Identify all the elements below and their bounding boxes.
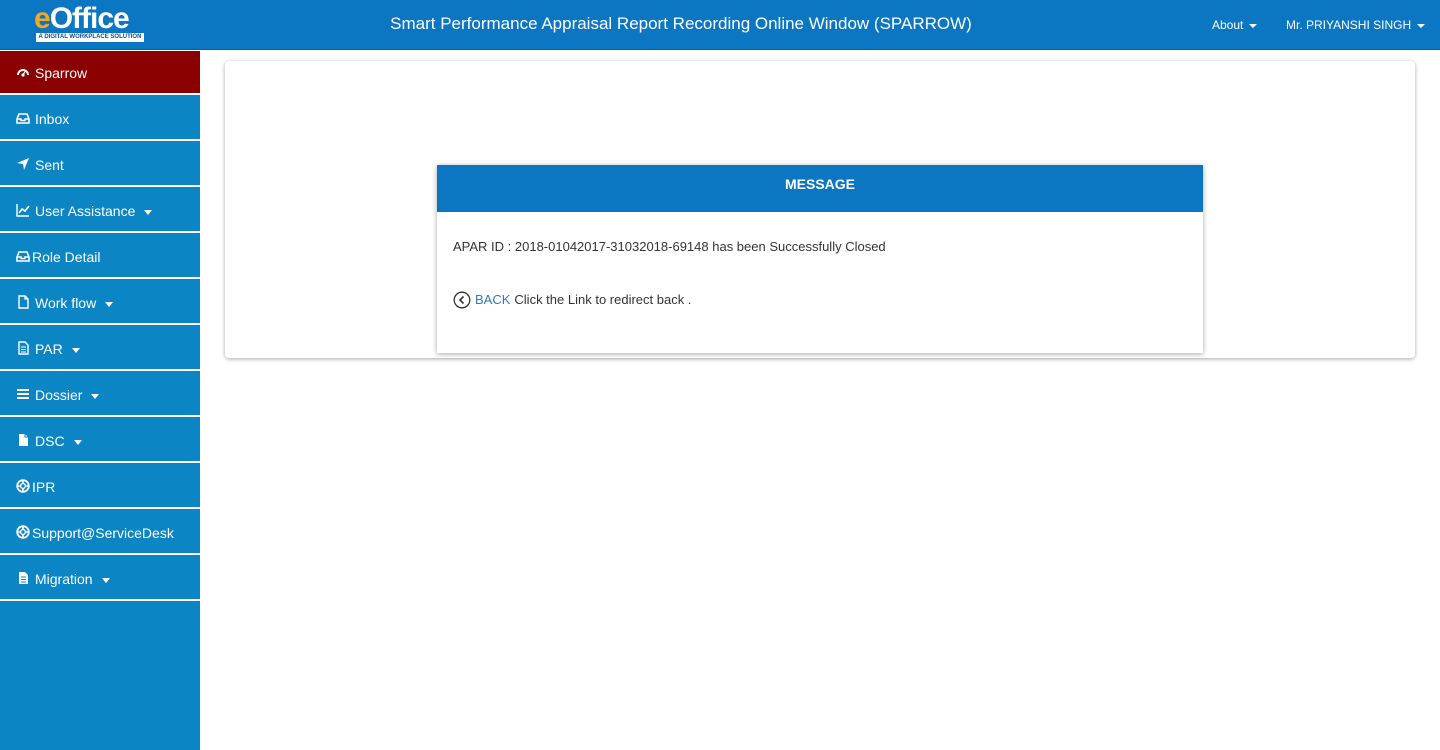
sidebar-item-label: IPR (32, 479, 56, 495)
sidebar-item-label-with-caret: DSC (35, 432, 82, 450)
message-text: APAR ID : 2018-01042017-31032018-69148 h… (453, 239, 886, 254)
sidebar-item-label: Sparrow (35, 65, 88, 81)
caret-down-icon (71, 347, 80, 353)
sidebar-item-label-with-caret: Work flow (35, 294, 114, 312)
sidebar-item-label: Migration (35, 571, 93, 587)
sidebar-item-label: Role Detail (32, 249, 101, 265)
send-icon (16, 157, 30, 171)
sidebar-item-role-detail[interactable]: Role Detail (0, 235, 200, 279)
logo-wordmark: eOffice (34, 2, 130, 35)
sidebar-item-user-assistance[interactable]: User Assistance (0, 189, 200, 233)
sidebar-item-label-with-caret: Dossier (35, 386, 100, 404)
caret-down-icon (144, 209, 153, 215)
caret-down-icon (101, 577, 110, 583)
app-title: Smart Performance Appraisal Report Recor… (390, 14, 972, 33)
sidebar-item-sparrow[interactable]: Sparrow (0, 51, 200, 95)
lifebuoy-icon (16, 525, 30, 539)
user-name: Mr. PRIYANSHI SINGH (1286, 18, 1412, 32)
list-icon (16, 387, 30, 401)
caret-down-icon (105, 301, 114, 307)
file-text-icon (16, 341, 30, 355)
user-menu[interactable]: Mr. PRIYANSHI SINGH (1286, 17, 1426, 33)
logo-tagline: A DIGITAL WORKPLACE SOLUTION (36, 33, 144, 42)
file-icon (16, 295, 30, 309)
caret-down-icon (73, 439, 82, 445)
sidebar-item-label-with-caret: PAR (35, 340, 80, 358)
eoffice-logo[interactable]: eOffice A DIGITAL WORKPLACE SOLUTION (34, 2, 146, 44)
sidebar-item-label-with-caret: Migration (35, 570, 110, 588)
inbox-icon (16, 249, 30, 263)
sidebar-item-support-servicedesk[interactable]: Support@ServiceDesk (0, 511, 200, 555)
line-chart-icon (16, 203, 30, 217)
file-icon (16, 433, 30, 447)
dashboard-icon (16, 65, 30, 79)
top-header: eOffice A DIGITAL WORKPLACE SOLUTION Sma… (0, 0, 1440, 50)
caret-down-icon (1249, 23, 1258, 28)
sidebar-item-label: PAR (35, 341, 63, 357)
sidebar-item-inbox[interactable]: Inbox (0, 97, 200, 141)
sidebar-item-label: Work flow (35, 295, 97, 311)
message-box: MESSAGE APAR ID : 2018-01042017-31032018… (437, 165, 1203, 353)
about-label: About (1212, 18, 1244, 32)
back-row: BACK Click the Link to redirect back . (453, 291, 691, 309)
about-menu[interactable]: About (1212, 17, 1258, 33)
chevron-left-circle-icon[interactable] (453, 291, 471, 309)
lifebuoy-icon (16, 479, 30, 493)
sidebar-item-label: Dossier (35, 387, 83, 403)
sidebar-item-migration[interactable]: Migration (0, 557, 200, 601)
inbox-icon (16, 111, 30, 125)
sidebar: Sparrow Inbox Sent User Assistance Role … (0, 51, 200, 750)
sidebar-item-par[interactable]: PAR (0, 327, 200, 371)
sidebar-item-label: Support@ServiceDesk (32, 525, 174, 541)
sidebar-item-dsc[interactable]: DSC (0, 419, 200, 463)
sidebar-item-label: DSC (35, 433, 65, 449)
sidebar-item-label: User Assistance (35, 203, 136, 219)
message-heading: MESSAGE (437, 165, 1203, 212)
back-link[interactable]: BACK (475, 291, 510, 309)
sidebar-item-label: Sent (35, 157, 64, 173)
file-text-icon (16, 571, 30, 585)
sidebar-item-ipr[interactable]: IPR (0, 465, 200, 509)
sidebar-item-sent[interactable]: Sent (0, 143, 200, 187)
sidebar-item-label: Inbox (35, 111, 70, 127)
sidebar-item-label-with-caret: User Assistance (35, 202, 153, 220)
sidebar-item-work-flow[interactable]: Work flow (0, 281, 200, 325)
caret-down-icon (1417, 23, 1426, 28)
sidebar-item-dossier[interactable]: Dossier (0, 373, 200, 417)
caret-down-icon (91, 393, 100, 399)
back-hint-text: Click the Link to redirect back . (514, 292, 692, 307)
